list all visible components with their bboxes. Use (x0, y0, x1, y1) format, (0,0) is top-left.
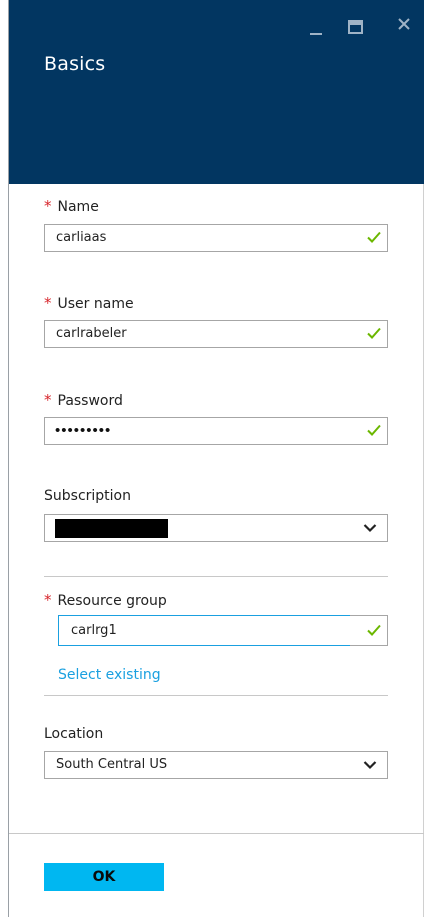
password-value: ••••••••• (55, 422, 112, 439)
location-value: South Central US (56, 757, 168, 772)
required-marker: * (44, 197, 52, 215)
chevron-down-icon (363, 761, 377, 770)
redacted-subscription-value (55, 519, 168, 538)
blade-title: Basics (44, 53, 106, 75)
resource-group-value: carlrg1 (71, 623, 117, 638)
password-input[interactable]: ••••••••• (44, 417, 388, 445)
username-label: * User name (44, 294, 134, 312)
resource-group-label: * Resource group (44, 591, 167, 609)
location-label: Location (44, 726, 104, 742)
maximize-icon[interactable] (348, 20, 363, 35)
section-divider (44, 576, 388, 577)
valid-check-icon (367, 231, 381, 243)
footer-divider (9, 833, 424, 834)
valid-check-icon (367, 624, 381, 636)
required-marker: * (44, 294, 52, 312)
valid-check-icon (367, 424, 381, 436)
select-existing-link[interactable]: Select existing (58, 667, 161, 683)
close-icon[interactable] (397, 17, 411, 31)
resource-group-input[interactable]: carlrg1 (58, 615, 388, 646)
chevron-down-icon (363, 524, 377, 533)
section-divider (44, 695, 388, 696)
subscription-label: Subscription (44, 488, 131, 504)
name-label: * Name (44, 197, 99, 215)
required-marker: * (44, 591, 52, 609)
name-input[interactable]: carliaas (44, 224, 388, 252)
password-label: * Password (44, 391, 123, 409)
required-marker: * (44, 391, 52, 409)
location-dropdown[interactable]: South Central US (44, 751, 388, 779)
minimize-icon[interactable] (309, 22, 323, 36)
blade-header: Basics (9, 0, 424, 184)
username-input[interactable]: carlrabeler (44, 320, 388, 348)
valid-check-icon (367, 327, 381, 339)
subscription-dropdown[interactable] (44, 514, 388, 542)
name-value: carliaas (56, 230, 107, 245)
ok-button[interactable]: OK (44, 863, 164, 891)
username-value: carlrabeler (56, 326, 127, 341)
